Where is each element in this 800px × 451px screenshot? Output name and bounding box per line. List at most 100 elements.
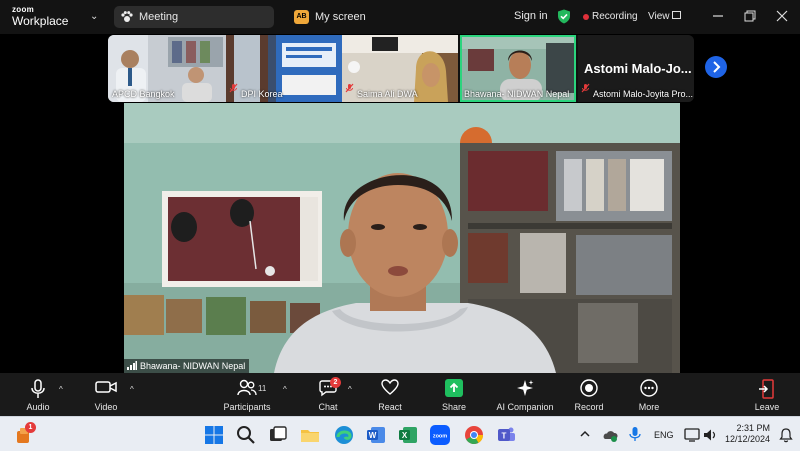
participant-tile-dpi-korea[interactable]: DPI Korea [226, 35, 342, 102]
more-label: More [638, 402, 660, 412]
clock-date: 12/12/2024 [724, 434, 770, 444]
audio-button[interactable]: Audio [18, 373, 58, 416]
participant-name: Bhawana- NIDWAN Nepal [464, 89, 570, 99]
search-icon[interactable] [236, 425, 256, 445]
clock-time: 2:31 PM [736, 423, 770, 433]
chat-options-caret-icon[interactable]: ^ [348, 385, 352, 394]
system-clock[interactable]: 2:31 PM 12/12/2024 [724, 423, 770, 445]
file-explorer-icon[interactable] [300, 425, 320, 445]
notification-bell-icon[interactable] [778, 427, 794, 443]
meeting-label: Meeting [139, 11, 179, 23]
next-page-button[interactable] [705, 56, 727, 78]
audio-options-caret-icon[interactable]: ^ [59, 385, 63, 394]
participant-name-large: Astomi Malo-Jo... [584, 61, 692, 76]
microphone-tray-icon[interactable] [628, 426, 642, 442]
participants-icon [237, 379, 257, 402]
leave-button[interactable]: Leave [750, 373, 784, 416]
participant-name: Astomi Malo-Joyita Pro... [593, 89, 694, 99]
view-button[interactable]: View [648, 11, 670, 22]
meeting-info-button[interactable]: Meeting [114, 6, 274, 28]
video-label: Video [94, 402, 118, 412]
edge-browser-icon[interactable] [334, 425, 354, 445]
chevron-down-icon[interactable]: ⌄ [90, 11, 98, 22]
leave-door-icon [758, 379, 776, 404]
title-bar: zoom Workplace ⌄ Meeting AB My screen Si… [0, 0, 800, 34]
recording-dot-icon [583, 14, 589, 20]
task-view-icon[interactable] [268, 425, 288, 445]
brand-workplace: Workplace [12, 14, 69, 28]
participant-tile-apcd-bangkok[interactable]: APCD Bangkok [108, 35, 226, 102]
participant-tile-saima-ali[interactable]: Saima Ali DWA [342, 35, 458, 102]
signal-strength-icon [127, 360, 137, 373]
participant-name: APCD Bangkok [112, 89, 175, 99]
windows-start-icon[interactable] [204, 425, 224, 445]
recording-status[interactable]: Recording [592, 11, 638, 22]
react-label: React [378, 402, 402, 412]
participant-tile-astomi[interactable]: Astomi Malo-Jo... Astomi Malo-Joyita Pro… [578, 35, 694, 102]
signin-button[interactable]: Sign in [514, 10, 548, 22]
share-screen-icon [445, 379, 463, 402]
onedrive-icon[interactable] [602, 427, 618, 443]
participant-thumbnail-strip: APCD Bangkok DPI Korea Saima Ali DWA Bha… [108, 35, 694, 102]
chat-label: Chat [318, 402, 338, 412]
record-label: Record [574, 402, 604, 412]
chevron-up-icon[interactable] [578, 427, 592, 441]
meeting-controls-bar: Audio ^ Video ^ Participants 11 ^ Chat 2… [0, 373, 800, 416]
windows-taskbar: 1 W X zoom T ENG 2:31 PM 12/12/2024 [0, 416, 800, 451]
my-screen-label[interactable]: My screen [315, 11, 366, 23]
monitor-icon[interactable] [684, 427, 700, 443]
speaker-video-frame [124, 103, 680, 373]
record-icon [580, 379, 598, 402]
brand-zoom: zoom [12, 5, 35, 14]
react-button[interactable]: React [372, 373, 408, 416]
shield-check-icon[interactable] [557, 9, 571, 29]
chat-unread-badge: 2 [330, 377, 341, 388]
muted-mic-icon [345, 80, 354, 98]
language-indicator[interactable]: ENG [654, 430, 674, 440]
ai-companion-label: AI Companion [496, 402, 554, 412]
grid-view-icon[interactable] [672, 11, 681, 19]
zoom-app-icon[interactable]: zoom [430, 425, 450, 445]
speaker-name-tag: Bhawana- NIDWAN Nepal [124, 359, 250, 373]
participants-button[interactable]: Participants [222, 373, 272, 416]
word-icon[interactable]: W [366, 425, 386, 445]
participants-options-caret-icon[interactable]: ^ [283, 385, 287, 394]
excel-icon[interactable]: X [398, 425, 418, 445]
widgets-badge: 1 [25, 422, 36, 433]
participant-tile-bhawana-active[interactable]: Bhawana- NIDWAN Nepal [460, 35, 576, 102]
svg-text:zoom: zoom [433, 434, 447, 440]
heart-icon [381, 379, 399, 400]
teams-icon[interactable]: T [496, 425, 516, 445]
ai-companion-button[interactable]: AI Companion [494, 373, 556, 416]
share-button[interactable]: Share [436, 373, 472, 416]
participants-count: 11 [258, 384, 267, 393]
video-camera-icon [95, 379, 117, 400]
zoom-workplace-logo[interactable]: zoom Workplace [12, 5, 69, 28]
share-label: Share [441, 402, 467, 412]
participant-name: DPI Korea [241, 89, 283, 99]
video-options-caret-icon[interactable]: ^ [130, 385, 134, 394]
restore-icon[interactable] [744, 9, 756, 27]
microphone-icon [29, 379, 47, 404]
participants-label: Participants [223, 402, 271, 412]
close-icon[interactable] [776, 9, 788, 27]
participant-name: Saima Ali DWA [357, 89, 418, 99]
more-button[interactable]: More [632, 373, 666, 416]
speaker-volume-icon[interactable] [702, 427, 718, 443]
svg-text:W: W [369, 431, 377, 440]
chrome-icon[interactable] [464, 425, 484, 445]
video-button[interactable]: Video [86, 373, 126, 416]
record-button[interactable]: Record [570, 373, 608, 416]
chevron-right-icon [713, 61, 721, 73]
more-dots-icon [640, 379, 658, 402]
svg-text:X: X [402, 431, 408, 440]
minimize-icon[interactable] [712, 9, 724, 27]
active-speaker-video[interactable]: Bhawana- NIDWAN Nepal [124, 103, 680, 373]
speaker-name: Bhawana- NIDWAN Nepal [140, 361, 246, 371]
audio-label: Audio [26, 402, 50, 412]
muted-mic-icon [581, 80, 590, 98]
svg-text:T: T [502, 432, 507, 441]
sparkle-icon [516, 379, 534, 402]
user-avatar[interactable]: AB [294, 10, 309, 24]
muted-mic-icon [229, 80, 238, 98]
